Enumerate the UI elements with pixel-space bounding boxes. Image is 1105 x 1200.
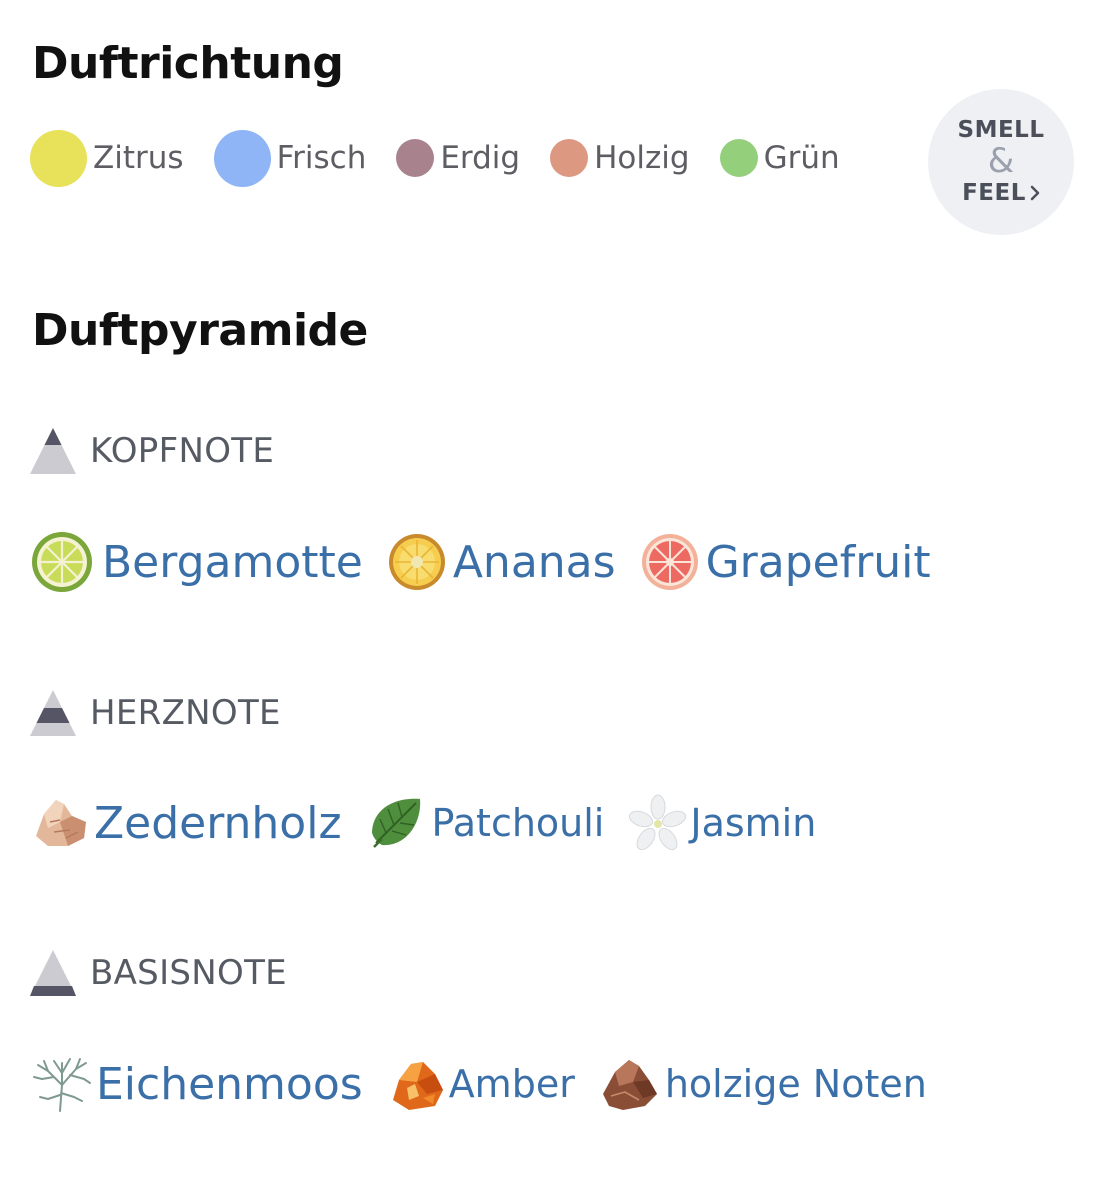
pineapple-icon: [388, 534, 445, 590]
heart-note-label: HERZNOTE: [90, 693, 281, 733]
ingredient-name: Bergamotte: [102, 536, 363, 588]
ingredient-eichenmoos[interactable]: Eichenmoos: [30, 1053, 363, 1115]
ingredient-ananas[interactable]: Ananas: [387, 532, 616, 592]
ampersand-label: &: [987, 141, 1015, 181]
cedarwood-icon: [36, 800, 86, 846]
ingredient-amber[interactable]: Amber: [387, 1054, 575, 1114]
bergamot-icon: [32, 532, 92, 592]
ingredient-name: Patchouli: [431, 801, 605, 845]
ingredient-name: Amber: [448, 1062, 575, 1106]
grapefruit-icon: [641, 534, 698, 590]
ingredient-name: Ananas: [452, 536, 616, 588]
feel-label: FEEL: [962, 180, 1026, 206]
ingredient-name: Grapefruit: [705, 536, 931, 588]
legend-item-gruen: Grün: [719, 139, 840, 177]
heart-note-ingredients: Zedernholz Patchouli Jasmin: [30, 792, 840, 854]
patchouli-leaf-icon: [371, 798, 420, 848]
woody-notes-icon: [602, 1060, 657, 1110]
ingredient-zedernholz[interactable]: Zedernholz: [30, 792, 342, 854]
legend-label: Erdig: [440, 140, 521, 176]
top-note-label: KOPFNOTE: [90, 431, 275, 471]
scent-pyramid-title: Duftpyramide: [32, 305, 368, 356]
color-dot: [30, 129, 87, 187]
base-note-label: BASISNOTE: [90, 953, 287, 993]
ingredient-name: Jasmin: [690, 801, 817, 845]
chevron-right-icon: [1030, 185, 1040, 201]
smell-and-feel-button[interactable]: SMELL & FEEL: [928, 89, 1074, 235]
ingredient-bergamotte[interactable]: Bergamotte: [30, 530, 363, 594]
ingredient-name: holzige Noten: [664, 1062, 927, 1106]
color-dot: [550, 139, 589, 177]
legend-item-zitrus: Zitrus: [30, 129, 184, 187]
oakmoss-icon: [33, 1058, 91, 1112]
legend-item-frisch: Frisch: [213, 129, 367, 187]
legend-label: Frisch: [276, 140, 367, 176]
scent-direction-legend: Zitrus Frisch Erdig Holzig Grün: [30, 128, 870, 188]
scent-direction-title: Duftrichtung: [32, 38, 344, 89]
pyramid-base-icon: [30, 950, 76, 996]
legend-label: Zitrus: [93, 140, 184, 176]
legend-item-holzig: Holzig: [550, 139, 690, 177]
jasmine-flower-icon: [629, 794, 687, 851]
base-note-header: BASISNOTE: [30, 950, 287, 996]
color-dot: [396, 139, 435, 177]
ingredient-jasmin[interactable]: Jasmin: [628, 793, 816, 853]
top-note-ingredients: Bergamotte Ananas Grapefruit: [30, 530, 955, 594]
color-dot: [719, 139, 758, 177]
base-note-ingredients: Eichenmoos Amber holzige Noten: [30, 1053, 951, 1115]
amber-icon: [392, 1062, 443, 1110]
legend-item-erdig: Erdig: [396, 139, 520, 177]
pyramid-top-icon: [30, 428, 76, 474]
feel-label-row: FEEL: [962, 178, 1040, 208]
legend-label: Grün: [763, 140, 840, 176]
ingredient-name: Zedernholz: [94, 797, 342, 849]
top-note-header: KOPFNOTE: [30, 428, 274, 474]
color-dot: [213, 129, 271, 187]
ingredient-patchouli[interactable]: Patchouli: [366, 793, 605, 853]
ingredient-name: Eichenmoos: [96, 1058, 363, 1110]
ingredient-grapefruit[interactable]: Grapefruit: [640, 532, 931, 592]
heart-note-header: HERZNOTE: [30, 690, 281, 736]
legend-label: Holzig: [594, 140, 690, 176]
smell-label: SMELL: [957, 117, 1045, 143]
ingredient-holzige-noten[interactable]: holzige Noten: [599, 1054, 927, 1114]
pyramid-middle-icon: [30, 690, 76, 736]
